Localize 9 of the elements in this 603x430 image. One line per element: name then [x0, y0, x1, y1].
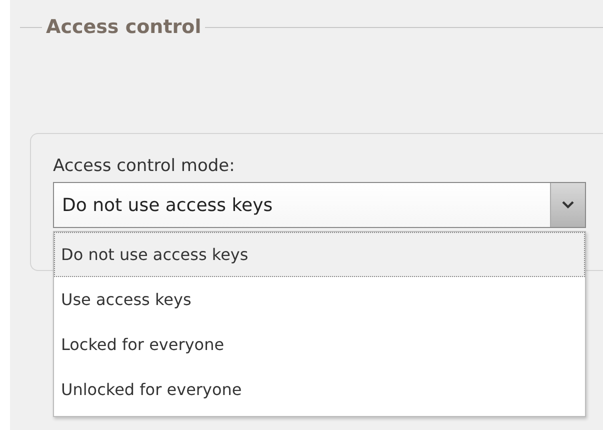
mode-dropdown[interactable]: Do not use access keys: [53, 182, 586, 228]
dropdown-option[interactable]: Locked for everyone: [54, 322, 585, 367]
dropdown-option[interactable]: Do not use access keys: [54, 232, 585, 277]
dropdown-option[interactable]: Unlocked for everyone: [54, 367, 585, 412]
chevron-down-icon: [562, 201, 574, 209]
field-label: Access control mode:: [53, 156, 235, 176]
dropdown-arrow-button[interactable]: [550, 183, 585, 227]
section-title: Access control: [45, 16, 202, 38]
dropdown-option[interactable]: Use access keys: [54, 277, 585, 322]
